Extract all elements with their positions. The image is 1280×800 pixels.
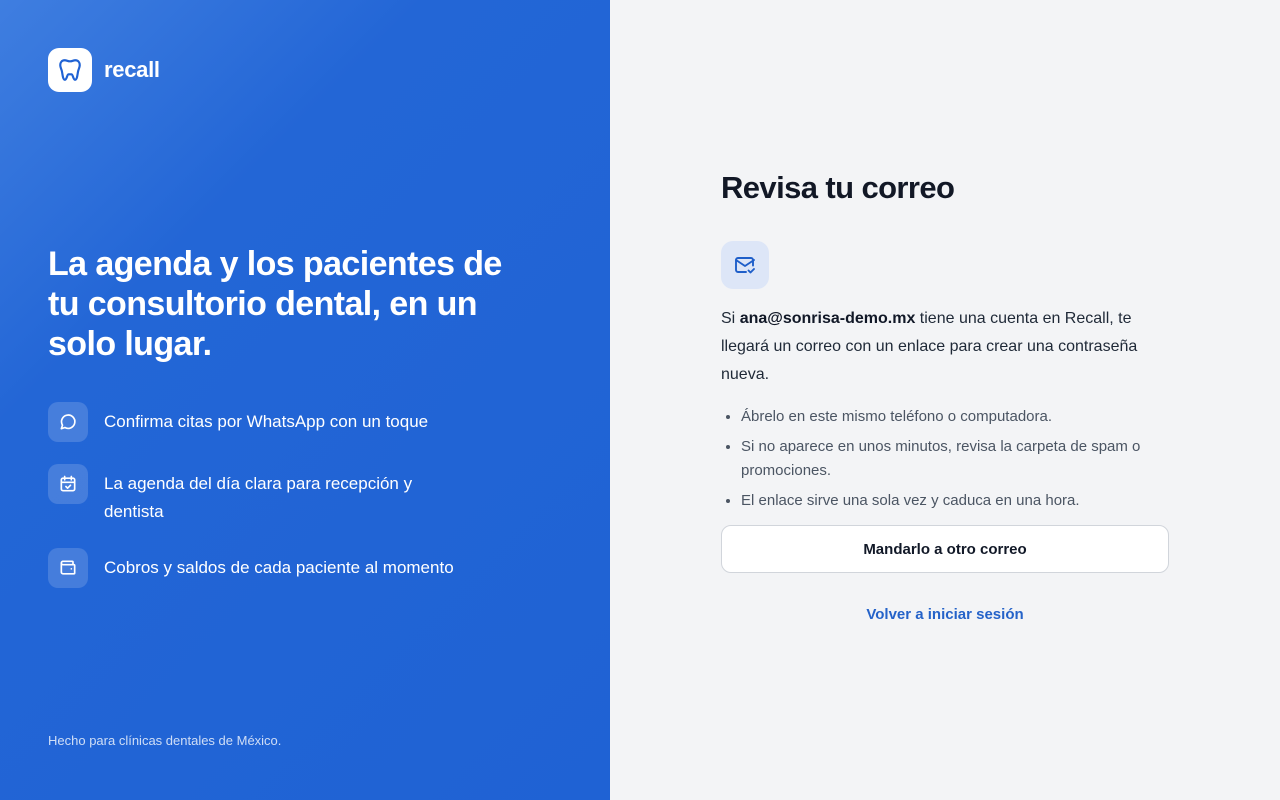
- feature-text: Cobros y saldos de cada paciente al mome…: [104, 558, 454, 577]
- mail-check-icon: [721, 241, 769, 289]
- feature-item: La agenda del día clara para recepción y…: [48, 464, 518, 526]
- list-item: Ábrelo en este mismo teléfono o computad…: [741, 405, 1169, 429]
- list-item: El enlace sirve una sola vez y caduca en…: [741, 489, 1169, 513]
- check-email-panel: Revisa tu correo Si ana@sonrisa-demo.mx …: [610, 0, 1280, 800]
- confirmation-message: Si ana@sonrisa-demo.mx tiene una cuenta …: [721, 305, 1169, 389]
- list-item: Si no aparece en unos minutos, revisa la…: [741, 435, 1169, 483]
- page-title: Revisa tu correo: [721, 170, 955, 205]
- chat-bubble-icon: [48, 402, 88, 442]
- check-email-card: Revisa tu correo Si ana@sonrisa-demo.mx …: [721, 168, 1169, 623]
- brand-panel: recall La agenda y los pacientes de tu c…: [0, 0, 610, 800]
- tooth-icon: [48, 48, 92, 92]
- feature-list: Confirma citas por WhatsApp con un toque…: [48, 402, 518, 610]
- tips-list: Ábrelo en este mismo teléfono o computad…: [721, 405, 1169, 513]
- feature-text: Confirma citas por WhatsApp con un toque: [104, 412, 429, 431]
- footer-note: Hecho para clínicas dentales de México.: [48, 733, 282, 748]
- wallet-icon: [48, 548, 88, 588]
- email-address: ana@sonrisa-demo.mx: [739, 310, 916, 327]
- send-to-other-email-button[interactable]: Mandarlo a otro correo: [721, 525, 1169, 573]
- feature-item: Confirma citas por WhatsApp con un toque: [48, 402, 518, 442]
- brand-name: recall: [104, 57, 160, 82]
- calendar-check-icon: [48, 464, 88, 504]
- feature-text: La agenda del día clara para recepción y…: [104, 474, 413, 521]
- feature-item: Cobros y saldos de cada paciente al mome…: [48, 548, 518, 588]
- message-prefix: Si: [721, 310, 736, 327]
- back-to-login-link[interactable]: Volver a iniciar sesión: [721, 606, 1169, 623]
- brand: recall: [48, 48, 160, 92]
- hero-headline: La agenda y los pacientes de tu consulto…: [48, 245, 502, 363]
